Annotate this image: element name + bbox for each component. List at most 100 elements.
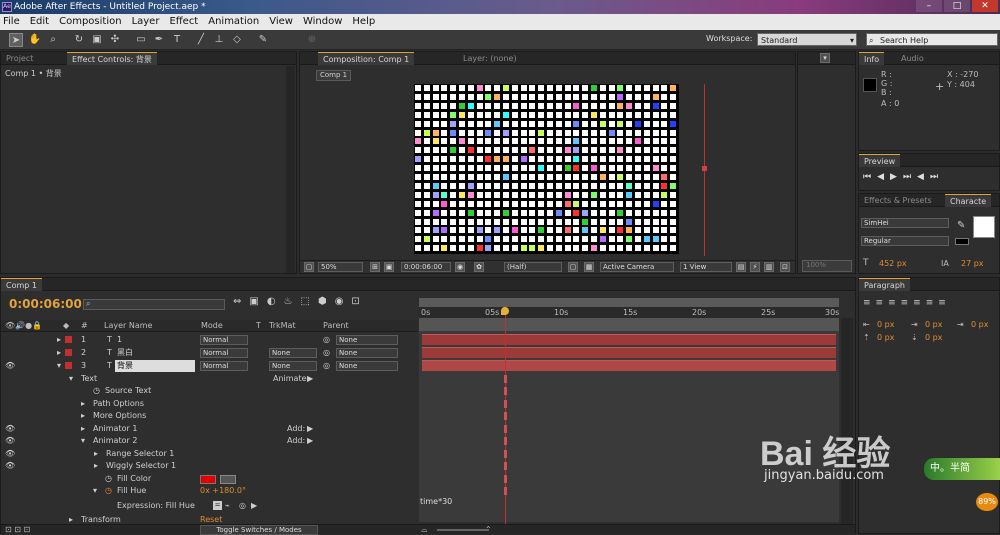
expression-graph-icon[interactable]: ⌁ [225, 500, 230, 512]
tab-effect-controls[interactable]: Effect Controls: 背景 [67, 52, 157, 65]
menu-edit[interactable]: Edit [30, 14, 49, 30]
panel-menu-icon[interactable]: ▾ [820, 53, 830, 63]
eyedropper-icon[interactable]: ✎ [957, 220, 965, 231]
keyframe-marker[interactable] [504, 400, 507, 408]
close-button[interactable]: ✕ [972, 0, 998, 12]
timeline-scrollbar[interactable] [841, 318, 853, 524]
alignment-buttons[interactable]: ≡≡≡≡≡≡≡ [863, 298, 951, 308]
zoom-right-field[interactable]: 100% [802, 260, 852, 272]
menu-help[interactable]: Help [352, 14, 375, 30]
workspace-dropdown[interactable]: Standard ▾ [757, 33, 857, 46]
comp-breadcrumb-tab[interactable]: Comp 1 [316, 70, 352, 81]
transparency-grid-icon[interactable]: ▦ [584, 262, 594, 272]
expression-toggle-icon[interactable]: = [213, 501, 222, 510]
layer-name[interactable]: 1 [117, 334, 122, 346]
font-family-dropdown[interactable]: SimHei [861, 218, 949, 228]
expression-pickwhip-icon[interactable]: ◎ [239, 500, 246, 512]
playback-controls[interactable]: ⏮◀▶⏭◀⏭ [863, 172, 944, 182]
tab-audio[interactable]: Audio [896, 52, 929, 65]
menu-window[interactable]: Window [303, 14, 342, 30]
layer-row[interactable]: ▸ 2 T 黑白 Normal None ◎ None [1, 347, 418, 359]
timeline-switch-buttons[interactable]: ⇔▣◐♨⬚⬢◉⊡ [233, 296, 368, 307]
menu-composition[interactable]: Composition [59, 14, 121, 30]
magnification-dropdown[interactable]: 50% [318, 262, 363, 272]
expression-language-icon[interactable]: ▶ [251, 500, 257, 512]
black-swatch[interactable] [955, 238, 969, 245]
view-layout-dropdown[interactable]: 1 View [680, 262, 732, 272]
prop-expression[interactable]: Expression: Fill Hue = ⌁ ◎ ▶ [1, 500, 418, 512]
pen-tool-icon[interactable]: ✒ [152, 33, 166, 47]
menu-file[interactable]: File [3, 14, 20, 30]
prop-wiggly-selector[interactable]: 👁 ▸ Wiggly Selector 1 [1, 460, 418, 472]
parent-dropdown[interactable]: None [336, 361, 398, 371]
mode-dropdown[interactable]: Normal [200, 361, 248, 371]
parent-dropdown[interactable]: None [336, 335, 398, 345]
expand-arrow-icon[interactable]: ▸ [94, 448, 98, 460]
collapse-arrow-icon[interactable]: ▾ [93, 485, 97, 497]
prop-transform[interactable]: ▸ Transform Reset [1, 515, 418, 524]
safe-zones-icon[interactable]: ⊞ [370, 262, 380, 272]
prop-path-options[interactable]: ▸ Path Options [1, 398, 418, 410]
rotation-tool-icon[interactable]: ↻ [72, 33, 86, 47]
eraser-tool-icon[interactable]: ◇ [230, 33, 244, 47]
prop-animator-2[interactable]: 👁 ▾ Animator 2 Add: ▶ [1, 435, 418, 447]
comp-duration-bar[interactable] [419, 319, 839, 331]
parent-dropdown[interactable]: None [336, 348, 398, 358]
footer-switches-icon[interactable]: ⊡ ⊡ ⊡ [5, 525, 30, 534]
expand-arrow-icon[interactable]: ▸ [81, 410, 85, 422]
resolution-dropdown[interactable]: (Half) [504, 262, 562, 272]
stopwatch-icon[interactable]: ◷ [105, 473, 112, 485]
eye-icon[interactable]: 👁 [5, 448, 15, 460]
keyframe-marker[interactable] [504, 475, 507, 483]
camera-dropdown[interactable]: Active Camera [600, 262, 674, 272]
layer-duration-bar[interactable] [422, 347, 836, 358]
expand-arrow-icon[interactable]: ▸ [94, 460, 98, 472]
prop-more-options[interactable]: ▸ More Options [1, 410, 418, 422]
indent-left-value[interactable]: 0 px [877, 320, 894, 329]
pickwhip-icon[interactable]: ◎ [323, 360, 330, 372]
indent-right-value[interactable]: 0 px [925, 320, 942, 329]
animate-label[interactable]: Animate: [273, 373, 309, 385]
current-time-field[interactable]: 0:00:06:00 [401, 262, 451, 272]
tab-character[interactable]: Characte [945, 194, 992, 207]
font-size-value[interactable]: 452 px [879, 259, 907, 268]
hand-tool-icon[interactable]: ✋ [28, 33, 42, 47]
zoom-slider[interactable] [437, 529, 489, 531]
space-after-value[interactable]: 0 px [925, 333, 942, 342]
add-label[interactable]: Add: [287, 423, 305, 435]
font-style-dropdown[interactable]: Regular [861, 236, 949, 246]
fill-color-value[interactable] [200, 475, 216, 484]
layer-name[interactable]: 背景 [115, 360, 195, 372]
expand-arrow-icon[interactable]: ▸ [81, 423, 85, 435]
clone-stamp-tool-icon[interactable]: ⊥ [212, 33, 226, 47]
keyframe-marker[interactable] [504, 437, 507, 445]
tab-preview[interactable]: Preview [859, 154, 901, 167]
work-area-bar[interactable] [419, 298, 839, 307]
keyframe-marker[interactable] [504, 375, 507, 383]
tab-effects-presets[interactable]: Effects & Presets [859, 194, 937, 207]
layer-duration-bar[interactable] [422, 334, 836, 345]
label-color[interactable] [65, 336, 72, 343]
search-help-input[interactable]: ⌕ Search Help [866, 33, 998, 46]
timeline-search-input[interactable]: ⌕ [83, 299, 225, 310]
selection-tool-icon[interactable]: ➤ [9, 33, 23, 47]
label-color[interactable] [65, 362, 72, 369]
scrollbar[interactable] [286, 66, 295, 273]
tab-comp1-timeline[interactable]: Comp 1 [1, 278, 42, 291]
minimize-button[interactable]: – [916, 0, 942, 12]
fill-color-swatch[interactable] [973, 216, 995, 238]
preview-toggle-icon[interactable]: ▢ [304, 262, 314, 272]
keyframe-marker[interactable] [504, 462, 507, 470]
toggle-pixel-aspect-icon[interactable]: ▤ [736, 262, 746, 272]
zoom-in-icon[interactable]: ⌃ [485, 525, 492, 534]
eye-icon[interactable]: 👁 [5, 360, 15, 372]
layer-row[interactable]: 👁 ▾ 3 T 背景 Normal None ◎ None [1, 360, 418, 372]
expand-arrow-icon[interactable]: ▸ [69, 515, 73, 524]
stopwatch-icon[interactable]: ◷ [93, 385, 100, 397]
tab-composition[interactable]: Composition: Comp 1 [318, 52, 415, 65]
pickwhip-icon[interactable]: ◎ [323, 347, 330, 359]
flowchart-icon[interactable]: ⊡ [780, 262, 790, 272]
keyframe-marker[interactable] [504, 450, 507, 458]
menu-layer[interactable]: Layer [132, 14, 160, 30]
add-menu-icon[interactable]: ▶ [307, 435, 313, 447]
